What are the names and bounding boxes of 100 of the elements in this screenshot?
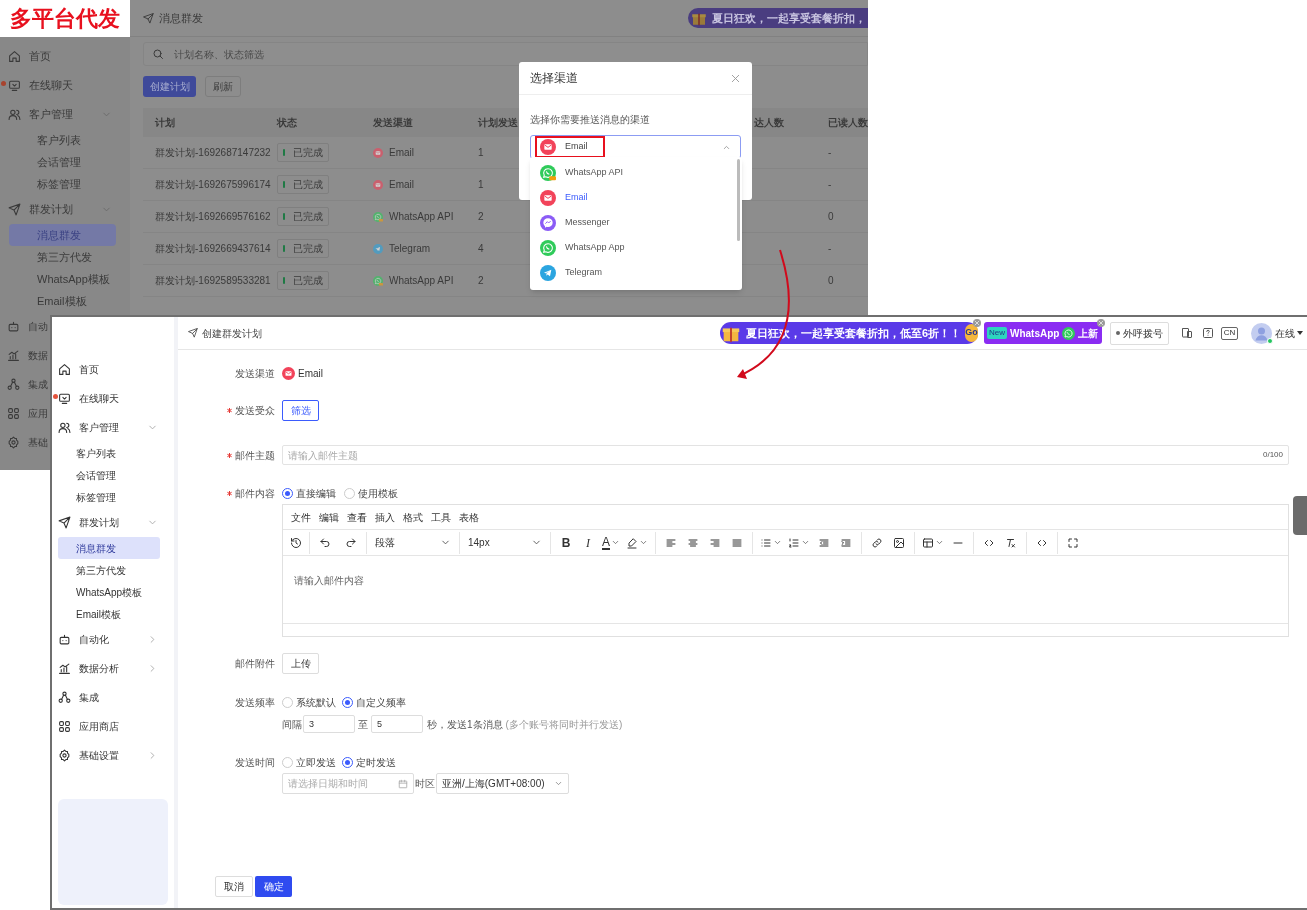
channel-name: Email <box>389 146 414 160</box>
new-badge: New <box>987 327 1007 339</box>
field-label: 发送频率 <box>235 695 275 710</box>
nav-item[interactable]: 自动化 <box>52 625 174 654</box>
column-header: 计划 <box>155 116 175 130</box>
date-field[interactable]: 请选择日期和时间 <box>282 773 414 794</box>
subject-field[interactable]: 请输入邮件主题 0/100 <box>282 445 1289 465</box>
undo-icon <box>319 536 331 549</box>
refresh-button[interactable]: 刷新 <box>205 76 241 97</box>
table-cell: 2 <box>478 211 484 222</box>
chart-icon <box>7 349 20 362</box>
redo-icon <box>345 536 357 549</box>
subject-input[interactable]: 请输入邮件主题 <box>288 447 1263 463</box>
status-text: 已完成 <box>293 146 323 160</box>
nav-subitem[interactable]: 会话管理 <box>58 464 160 486</box>
nodes-icon <box>58 691 71 704</box>
timezone-select[interactable]: 亚洲/上海(GMT+08:00) <box>436 773 569 794</box>
nav-item[interactable]: 基础设置 <box>52 741 174 770</box>
create-button[interactable]: 创建计划 <box>143 76 196 97</box>
grid-icon <box>58 720 71 733</box>
dropdown-option[interactable]: Email <box>530 185 737 210</box>
paper-plane-icon <box>143 12 154 24</box>
search-input[interactable]: 计划名称、状态筛选 <box>174 46 474 62</box>
menu-item[interactable]: 表格 <box>455 509 483 525</box>
menu-item[interactable]: 插入 <box>371 509 399 525</box>
fullscreen-icon <box>1067 536 1079 549</box>
dropdown-option[interactable]: Messenger <box>530 210 737 235</box>
menu-item[interactable]: 格式 <box>399 509 427 525</box>
radio-option[interactable]: 系统默认 <box>282 694 336 710</box>
nav-item[interactable]: 客户管理 <box>52 413 174 442</box>
chevron-icon <box>639 538 648 547</box>
promo-banner[interactable]: 夏日狂欢，一起享受套餐折扣， <box>688 8 868 28</box>
radio-option[interactable]: 直接编辑 <box>282 485 336 501</box>
language-button[interactable]: CN <box>1221 326 1238 340</box>
range-separator: 至 <box>358 717 368 732</box>
menu-item[interactable]: 工具 <box>427 509 455 525</box>
history-icon <box>290 536 302 549</box>
nav-item[interactable]: 应用商店 <box>52 712 174 741</box>
help-button[interactable] <box>1202 327 1214 339</box>
chevron-icon <box>554 779 563 788</box>
bold-button[interactable]: B <box>555 531 577 554</box>
block-format-select[interactable]: 段落 <box>367 531 459 554</box>
nav-item[interactable]: 集成 <box>52 683 174 712</box>
dialog-description: 选择你需要推送消息的渠道 <box>530 114 650 125</box>
cancel-button[interactable]: 取消 <box>215 876 253 897</box>
table-cell: 0 <box>828 211 834 222</box>
nav-subitem[interactable]: 第三方代发 <box>58 559 160 581</box>
radio-option[interactable]: 自定义频率 <box>342 694 406 710</box>
confirm-button[interactable]: 确定 <box>255 876 292 897</box>
calendar-icon <box>398 778 408 789</box>
nav-subitem[interactable]: Email模板 <box>58 603 160 625</box>
envelope-icon <box>373 147 383 158</box>
dropdown-option[interactable]: WhatsApp API <box>530 160 737 185</box>
nav-item[interactable]: 数据分析 <box>52 654 174 683</box>
text-color-button[interactable]: A <box>599 531 623 554</box>
home-icon <box>58 363 71 376</box>
nav-subitem[interactable]: 客户列表 <box>58 442 160 464</box>
news-banner[interactable]: New WhatsApp 上新 <box>984 322 1102 344</box>
close-button[interactable] <box>730 72 741 84</box>
nav-subitem[interactable]: WhatsApp模板 <box>58 581 160 603</box>
chart-icon <box>58 662 71 675</box>
radio-option[interactable]: 立即发送 <box>282 754 336 770</box>
banner-text: 上新 <box>1078 326 1099 341</box>
scrollbar[interactable] <box>737 159 740 241</box>
settings-icon <box>7 436 20 449</box>
italic-button[interactable]: I <box>577 531 599 554</box>
timezone-label: 时区 <box>415 777 435 791</box>
interval-to-input[interactable]: 5 <box>371 715 423 733</box>
interval-from-input[interactable]: 3 <box>303 715 355 733</box>
chevron-icon <box>611 538 620 547</box>
search-field[interactable]: 计划名称、状态筛选 <box>143 42 868 66</box>
filter-button[interactable]: 筛选 <box>282 400 319 421</box>
nav-item[interactable]: 群发计划 <box>52 508 174 537</box>
menu-item[interactable]: 查看 <box>343 509 371 525</box>
font-size-select[interactable]: 14px <box>460 531 550 554</box>
chevron-icon <box>773 538 782 547</box>
go-button[interactable]: Go <box>965 324 978 342</box>
radio-option[interactable]: 定时发送 <box>342 754 396 770</box>
envelope-icon <box>540 189 556 206</box>
menu-item[interactable]: 文件 <box>287 509 315 525</box>
menu-item[interactable]: 编辑 <box>315 509 343 525</box>
dropdown-option[interactable]: Telegram <box>530 260 737 285</box>
date-input[interactable]: 请选择日期和时间 <box>288 776 398 791</box>
call-button[interactable]: 外呼拨号 <box>1110 321 1169 345</box>
radio-option[interactable]: 使用模板 <box>344 485 398 501</box>
table-cell: 4 <box>478 243 484 254</box>
field-label: 发送时间 <box>235 755 275 770</box>
dropdown-option[interactable]: WhatsApp App <box>530 235 737 260</box>
devices-button[interactable] <box>1181 327 1193 339</box>
nav-subitem[interactable]: 消息群发 <box>58 537 160 559</box>
nav-item[interactable]: 在线聊天 <box>52 384 174 413</box>
user-status-button[interactable]: 在线 <box>1275 325 1303 341</box>
paper-plane-icon <box>8 203 21 216</box>
paper-plane-icon <box>540 264 556 281</box>
numbered-list-icon <box>788 536 800 549</box>
interval-suffix: 秒，发送1条消息 <box>427 717 503 732</box>
nav-item[interactable]: 首页 <box>52 355 174 384</box>
table-icon <box>922 536 934 549</box>
nav-subitem[interactable]: 标签管理 <box>58 486 160 508</box>
upload-button[interactable]: 上传 <box>282 653 319 674</box>
